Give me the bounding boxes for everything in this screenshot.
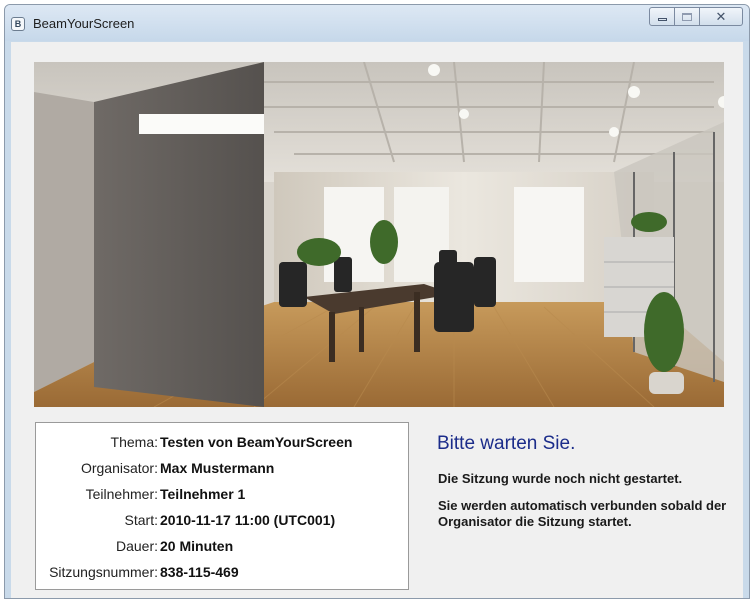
organizer-value: Max Mustermann [160, 460, 275, 476]
info-row-session-number: Sitzungsnummer: 838-115-469 [36, 564, 410, 584]
window-controls: ✕ [649, 7, 743, 27]
start-value: 2010-11-17 11:00 (UTC001) [160, 512, 336, 528]
window-title: BeamYourScreen [33, 16, 135, 31]
info-row-participant: Teilnehmer: Teilnehmer 1 [36, 486, 410, 506]
close-icon: ✕ [715, 8, 727, 24]
participant-label: Teilnehmer: [85, 486, 158, 502]
conference-room-photo [34, 62, 724, 407]
topic-value: Testen von BeamYourScreen [160, 434, 353, 450]
duration-value: 20 Minuten [160, 538, 234, 554]
conference-room-illustration [34, 62, 724, 407]
session-info-panel: Thema: Testen von BeamYourScreen Organis… [35, 422, 409, 590]
participant-value: Teilnehmer 1 [160, 486, 246, 502]
organizer-label: Organisator: [80, 460, 158, 476]
topic-label: Thema: [110, 434, 158, 450]
maximize-icon [682, 12, 692, 21]
info-row-organizer: Organisator: Max Mustermann [36, 460, 410, 480]
minimize-button[interactable] [649, 7, 675, 26]
info-row-start: Start: 2010-11-17 11:00 (UTC001) [36, 512, 410, 532]
info-row-duration: Dauer: 20 Minuten [36, 538, 410, 558]
session-number-label: Sitzungsnummer: [49, 564, 158, 580]
title-bar[interactable]: B BeamYourScreen ✕ [5, 5, 749, 41]
close-button[interactable]: ✕ [700, 7, 743, 26]
client-area: Thema: Testen von BeamYourScreen Organis… [11, 42, 743, 598]
info-row-topic: Thema: Testen von BeamYourScreen [36, 434, 410, 454]
maximize-button[interactable] [675, 7, 700, 26]
status-message-auto-connect: Sie werden automatisch verbunden sobald … [438, 498, 727, 529]
status-message-not-started: Die Sitzung wurde noch nicht gestartet. [438, 471, 683, 486]
beamyourscreen-app-icon: B [11, 17, 25, 31]
minimize-icon [657, 18, 667, 21]
session-number-value: 838-115-469 [160, 564, 239, 580]
start-label: Start: [124, 512, 158, 528]
duration-label: Dauer: [115, 538, 158, 554]
wait-title: Bitte warten Sie. [437, 433, 576, 454]
app-window: B BeamYourScreen ✕ Thema: Testen von Bea… [4, 4, 750, 599]
